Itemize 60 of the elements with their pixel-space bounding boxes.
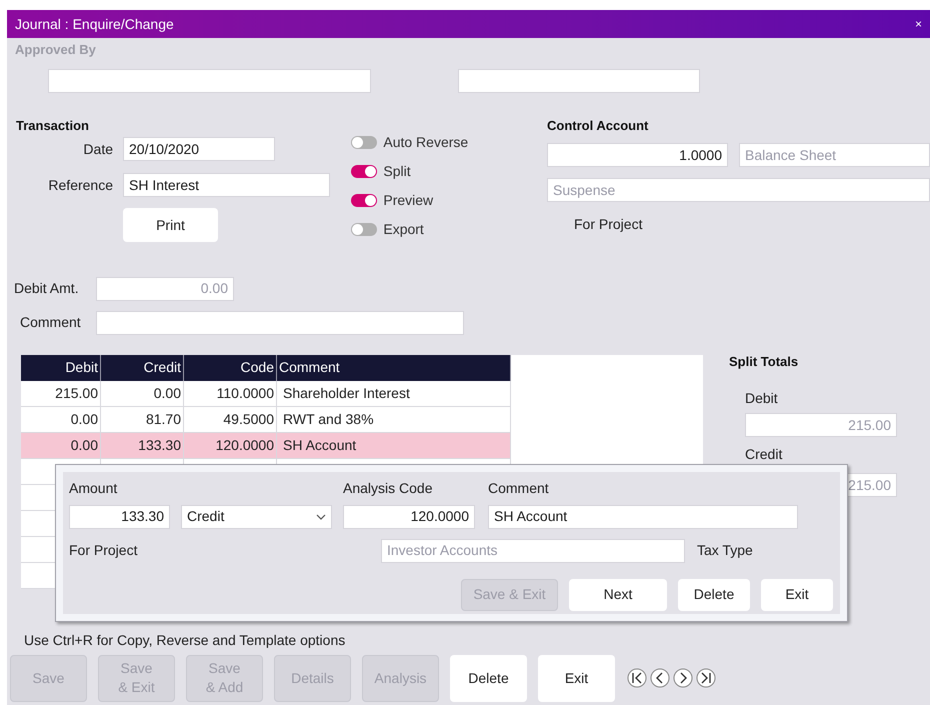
field-label: Comment [20,313,82,332]
table-cell: 81.70 [101,406,184,432]
next-record-icon[interactable] [673,668,693,688]
print-button[interactable]: Print [123,208,218,242]
comment-field[interactable] [96,310,464,334]
section-heading: Control Account [547,116,648,134]
dialog-button[interactable]: Delete [678,578,750,610]
field-label: Date [82,140,113,158]
rate-field[interactable]: 1.0000 [547,143,728,167]
dialog-button[interactable]: Next [569,578,667,610]
section-heading: Transaction [16,116,89,134]
field-label: Analysis Code [343,478,434,498]
table-row[interactable]: 215.00 0.00 110.0000 Shareholder Interest [21,380,511,406]
credit-debit-select[interactable]: Credit [181,504,332,528]
toggle-label: Preview [383,190,434,210]
field-label: Credit [745,445,782,464]
close-button[interactable]: × [914,18,922,30]
last-record-icon[interactable] [696,668,716,688]
hint-text: Use Ctrl+R for Copy, Reverse and Template options [24,630,346,650]
table-cell: 0.00 [21,432,101,458]
table-row[interactable]: 0.00 81.70 49.5000 RWT and 38% [21,406,511,432]
previous-record-icon[interactable] [650,668,670,688]
first-record-icon[interactable] [627,668,647,688]
reference-field[interactable]: SH Interest [123,173,330,197]
table-row[interactable]: 0.00 133.30 120.0000 SH Account [21,432,511,458]
toggle-switch[interactable] [351,164,378,178]
table-cell: 110.0000 [184,380,277,406]
date-field[interactable]: 20/10/2020 [123,137,275,161]
field-label: Debit [745,389,778,408]
dialog-button[interactable]: Exit [761,578,833,610]
table-cell: 215.00 [21,380,101,406]
table-cell: 120.0000 [184,432,277,458]
approved-by-label: Approved By [15,41,96,59]
field-label: Amount [69,478,118,498]
for-project-label: For Project [574,215,642,234]
amount-field[interactable]: 133.30 [69,504,170,528]
field-label: Debit Amt. [14,279,80,298]
field-label: Tax Type [697,541,753,560]
field-label: Comment [488,478,549,498]
action-button[interactable]: Exit [538,654,615,702]
toggle-label: Export [383,220,424,239]
table-cell: 49.5000 [184,406,277,432]
table-cell: 0.00 [101,380,184,406]
field-label: For Project [69,541,138,560]
table-cell: 0.00 [21,406,101,432]
window-title: Journal : Enquire/Change [15,14,174,34]
analysis-code-field[interactable]: 120.0000 [343,504,475,528]
approved-by-field[interactable] [458,68,700,92]
comment-field[interactable]: SH Account [488,504,798,528]
toggle-switch[interactable] [351,136,378,148]
chevron-down-icon [316,514,326,520]
toggle-label: Auto Reverse [383,132,468,152]
table-cell: 133.30 [101,432,184,458]
toggle-switch[interactable] [351,194,378,206]
field-label: Reference [47,176,113,194]
toggle-switch[interactable] [351,222,378,236]
section-heading: Split Totals [729,352,798,371]
action-button[interactable]: Delete [450,654,527,702]
toggle-label: Split [383,162,411,181]
approved-by-field[interactable] [48,68,371,92]
